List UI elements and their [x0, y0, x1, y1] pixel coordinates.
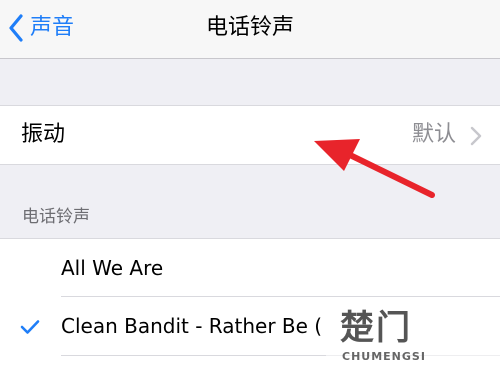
ringtone-item-all-we-are[interactable]: All We Are — [0, 239, 500, 297]
navigation-bar: 声音 电话铃声 — [0, 0, 500, 59]
back-button-label: 声音 — [30, 15, 75, 40]
section-spacer — [0, 59, 500, 105]
watermark-text: 楚门 — [340, 308, 412, 348]
checkmark-icon — [20, 320, 40, 334]
ringtone-section-header: 电话铃声 — [22, 207, 90, 227]
watermark-logo: 楚门 CHUMENGSI — [326, 300, 500, 373]
watermark-subtext: CHUMENGSI — [342, 350, 426, 363]
chevron-left-icon — [9, 14, 23, 42]
vibration-label: 振动 — [21, 122, 66, 147]
ringtone-name: All We Are — [61, 256, 164, 280]
vibration-row[interactable]: 振动 默认 — [0, 105, 500, 165]
chevron-right-icon — [470, 126, 482, 146]
vibration-value: 默认 — [411, 122, 456, 147]
page-title: 电话铃声 — [205, 15, 294, 40]
back-button[interactable]: 声音 — [8, 10, 74, 46]
ringtone-name: Clean Bandit - Rather Be ( — [61, 314, 323, 338]
